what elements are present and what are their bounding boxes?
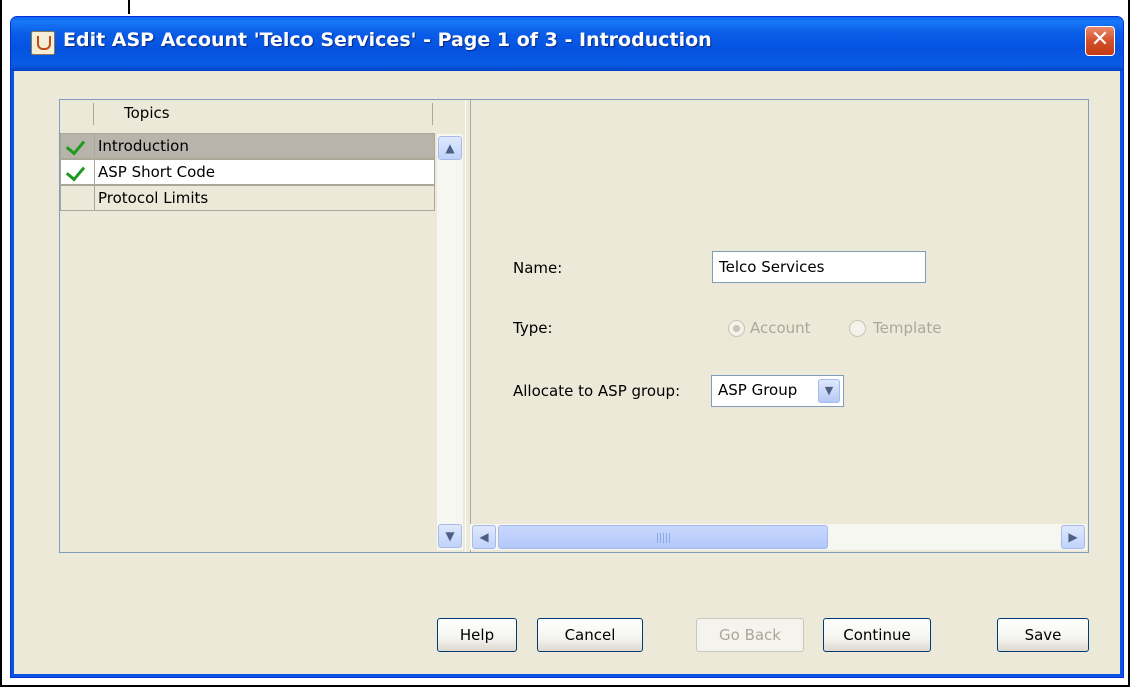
topic-status-cell <box>61 160 95 184</box>
scroll-down-icon[interactable]: ▼ <box>438 524 462 548</box>
topic-status-cell <box>61 186 95 210</box>
topics-vertical-scrollbar[interactable]: ▲ ▼ <box>437 134 463 550</box>
type-account-label: Account <box>750 319 811 337</box>
topic-row-asp-short-code[interactable]: ASP Short Code <box>60 159 435 185</box>
topic-row-introduction[interactable]: Introduction <box>60 133 435 159</box>
topic-label: Protocol Limits <box>98 189 209 207</box>
type-template-label: Template <box>873 319 942 337</box>
grip-icon <box>657 533 671 543</box>
close-button[interactable]: ✕ <box>1085 26 1115 56</box>
type-label: Type: <box>513 319 553 337</box>
asp-group-select[interactable]: ASP Group ▼ <box>711 375 844 407</box>
topics-header-label: Topics <box>124 104 170 122</box>
java-app-icon <box>31 31 55 55</box>
go-back-button-label: Go Back <box>719 626 781 644</box>
page-frame-left <box>0 0 2 687</box>
go-back-button[interactable]: Go Back <box>696 618 804 652</box>
topics-panel: Topics Introduction ASP Short Code Proto… <box>60 100 464 552</box>
asp-group-value: ASP Group <box>718 381 798 399</box>
title-bar[interactable]: Edit ASP Account 'Telco Services' - Page… <box>11 17 1123 71</box>
detail-horizontal-scrollbar[interactable]: ◀ ▶ <box>470 524 1087 550</box>
asp-group-label: Allocate to ASP group: <box>513 382 681 400</box>
continue-button[interactable]: Continue <box>823 618 931 652</box>
scroll-right-icon[interactable]: ▶ <box>1061 525 1085 549</box>
topic-row-protocol-limits[interactable]: Protocol Limits <box>60 185 435 211</box>
cancel-button-label: Cancel <box>564 626 616 644</box>
dialog-window: Edit ASP Account 'Telco Services' - Page… <box>10 16 1124 678</box>
detail-panel: Name: Type: Account Template Allocate to… <box>470 100 1087 552</box>
save-button-label: Save <box>1024 626 1062 644</box>
topic-label: ASP Short Code <box>98 163 216 181</box>
topic-label: Introduction <box>98 137 189 155</box>
scroll-up-icon[interactable]: ▲ <box>438 136 462 160</box>
scroll-left-icon[interactable]: ◀ <box>472 525 496 549</box>
chevron-down-icon[interactable]: ▼ <box>818 379 840 403</box>
continue-button-label: Continue <box>843 626 911 644</box>
radio-selected-dot <box>733 325 740 332</box>
topic-status-cell <box>61 134 95 158</box>
checkmark-icon <box>65 135 86 156</box>
help-button-label: Help <box>459 626 495 644</box>
save-button[interactable]: Save <box>997 618 1089 652</box>
header-separator <box>93 103 94 125</box>
type-template-radio[interactable] <box>849 320 866 337</box>
header-separator <box>432 103 433 125</box>
help-button[interactable]: Help <box>437 618 517 652</box>
topics-table-header: Topics <box>60 100 435 128</box>
topics-table: Topics Introduction ASP Short Code Proto… <box>60 100 435 550</box>
page-frame-tick <box>128 0 130 14</box>
wizard-panel: Topics Introduction ASP Short Code Proto… <box>59 99 1089 553</box>
type-account-radio[interactable] <box>728 320 745 337</box>
name-field[interactable] <box>712 251 926 283</box>
scrollbar-thumb[interactable] <box>498 525 828 549</box>
checkmark-icon <box>65 161 86 182</box>
cancel-button[interactable]: Cancel <box>537 618 643 652</box>
window-title: Edit ASP Account 'Telco Services' - Page… <box>63 29 712 51</box>
name-label: Name: <box>513 259 563 277</box>
